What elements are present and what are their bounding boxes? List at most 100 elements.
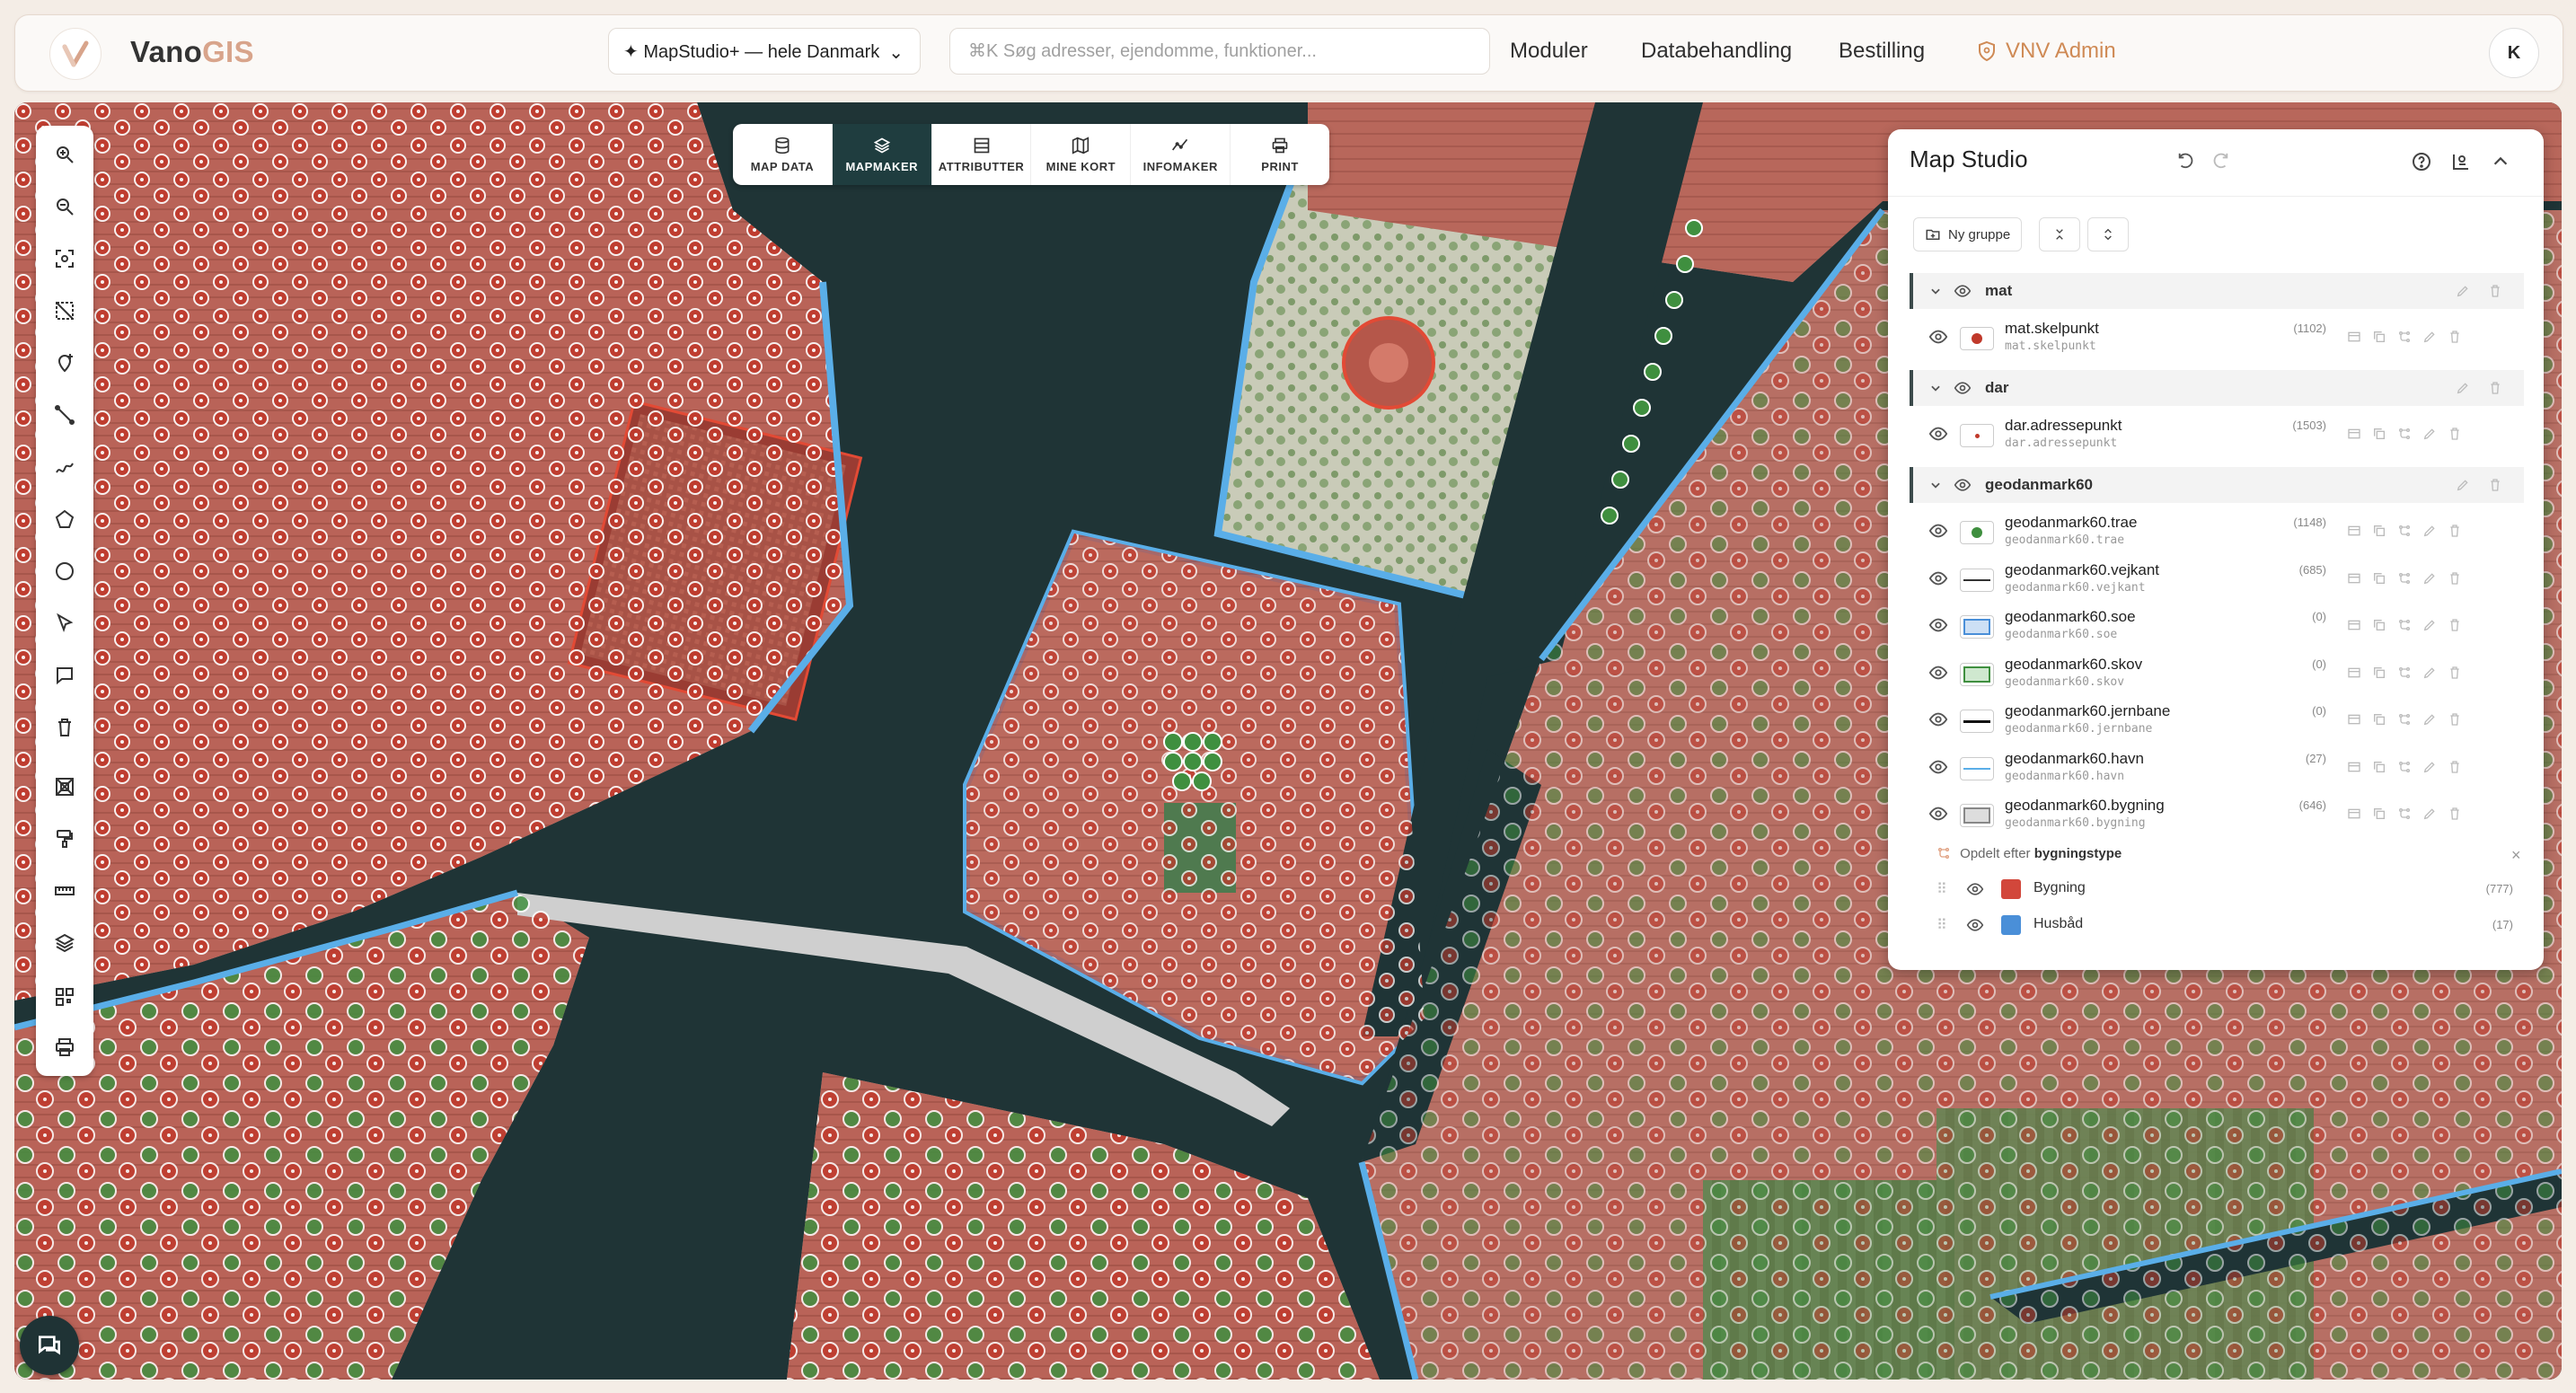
chevron-down-icon[interactable]: [1929, 382, 1942, 394]
measure-icon[interactable]: [47, 873, 83, 909]
layer-row-mat-skelpunkt[interactable]: mat.skelpunkt mat.skelpunkt (1102): [1910, 316, 2524, 361]
edit-icon[interactable]: [2422, 759, 2438, 775]
table-icon[interactable]: [2346, 806, 2362, 822]
copy-icon[interactable]: [2371, 523, 2387, 539]
delete-icon[interactable]: [47, 710, 83, 745]
copy-icon[interactable]: [2371, 759, 2387, 775]
nav-moduler[interactable]: Moduler: [1510, 39, 1588, 64]
trash-icon[interactable]: [2488, 284, 2502, 298]
eye-icon[interactable]: [1928, 521, 1949, 541]
freehand-icon[interactable]: [47, 449, 83, 485]
printer-icon[interactable]: [47, 1029, 83, 1065]
symbol-small-red-dot[interactable]: [1960, 424, 1994, 447]
search-input[interactable]: [966, 40, 1473, 63]
layer-group-dar[interactable]: dar: [1910, 370, 2524, 406]
category-swatch[interactable]: [2001, 915, 2021, 935]
redo-icon[interactable]: [2208, 149, 2233, 174]
table-icon[interactable]: [2346, 665, 2362, 681]
category-swatch[interactable]: [2001, 879, 2021, 899]
symbol-green-fill[interactable]: [1960, 662, 1994, 686]
eye-icon[interactable]: [1928, 757, 1949, 777]
layer-group-geodanmark60[interactable]: geodanmark60: [1910, 467, 2524, 503]
nav-databehandling[interactable]: Databehandling: [1641, 39, 1792, 64]
table-icon[interactable]: [2346, 759, 2362, 775]
edit-icon[interactable]: [2422, 711, 2438, 727]
search-box[interactable]: [949, 28, 1490, 75]
layer-row-geodanmark60-bygning[interactable]: geodanmark60.bygning geodanmark60.bygnin…: [1910, 793, 2524, 838]
zoom-out-icon[interactable]: [47, 189, 83, 225]
eye-icon[interactable]: [1953, 476, 1972, 494]
trash-icon[interactable]: [2447, 523, 2463, 539]
eye-icon[interactable]: [1928, 710, 1949, 729]
layers-icon[interactable]: [47, 925, 83, 961]
edit-icon[interactable]: [2422, 617, 2438, 633]
polygon-icon[interactable]: [47, 501, 83, 537]
help-icon[interactable]: [2409, 149, 2434, 174]
category-row-husbad[interactable]: ⠿ Husbåd (17): [1936, 909, 2520, 941]
layer-row-geodanmark60-trae[interactable]: geodanmark60.trae geodanmark60.trae (114…: [1910, 510, 2524, 555]
edit-icon[interactable]: [2456, 284, 2470, 298]
zoom-extent-icon[interactable]: [47, 241, 83, 277]
qr-icon[interactable]: [47, 979, 83, 1015]
tab-print[interactable]: PRINT: [1231, 124, 1329, 185]
layer-row-geodanmark60-havn[interactable]: geodanmark60.havn geodanmark60.havn (27): [1910, 746, 2524, 791]
eye-icon[interactable]: [1928, 424, 1949, 444]
user-avatar[interactable]: K: [2489, 28, 2539, 78]
brush-icon[interactable]: [47, 821, 83, 857]
vanogis-logo[interactable]: [49, 28, 101, 80]
symbol-grey-fill[interactable]: [1960, 804, 1994, 827]
trash-icon[interactable]: [2447, 426, 2463, 442]
close-icon[interactable]: ×: [2511, 846, 2521, 865]
copy-icon[interactable]: [2371, 665, 2387, 681]
trash-icon[interactable]: [2447, 806, 2463, 822]
select-area-icon[interactable]: [47, 293, 83, 329]
edit-icon[interactable]: [2422, 570, 2438, 586]
comment-icon[interactable]: [47, 657, 83, 693]
eye-icon[interactable]: [1928, 327, 1949, 347]
edit-icon[interactable]: [2456, 381, 2470, 395]
layer-row-geodanmark60-soe[interactable]: geodanmark60.soe geodanmark60.soe (0): [1910, 604, 2524, 649]
trash-icon[interactable]: [2447, 711, 2463, 727]
tab-map-data[interactable]: MAP DATA: [733, 124, 833, 185]
copy-icon[interactable]: [2371, 617, 2387, 633]
copy-icon[interactable]: [2371, 426, 2387, 442]
layer-group-mat[interactable]: mat: [1910, 273, 2524, 309]
tab-infomaker[interactable]: INFOMAKER: [1131, 124, 1231, 185]
copy-icon[interactable]: [2371, 806, 2387, 822]
eye-icon[interactable]: [1953, 282, 1972, 300]
copy-icon[interactable]: [2371, 329, 2387, 345]
eye-icon[interactable]: [1965, 916, 1985, 934]
split-icon[interactable]: [2396, 523, 2413, 539]
circle-icon[interactable]: [47, 553, 83, 589]
edit-icon[interactable]: [2456, 478, 2470, 492]
new-group-button[interactable]: Ny gruppe: [1913, 217, 2023, 251]
split-icon[interactable]: [2396, 617, 2413, 633]
trash-icon[interactable]: [2447, 617, 2463, 633]
dataset-selector[interactable]: ✦ MapStudio+ — hele Danmark ⌄: [608, 28, 921, 75]
edit-icon[interactable]: [2422, 665, 2438, 681]
tab-mapmaker[interactable]: MAPMAKER: [832, 124, 932, 185]
expand-all-button[interactable]: [2087, 217, 2129, 251]
split-icon[interactable]: [2396, 711, 2413, 727]
eye-icon[interactable]: [1965, 880, 1985, 898]
map-settings-icon[interactable]: [2448, 149, 2474, 174]
split-icon[interactable]: [2396, 426, 2413, 442]
symbol-blue-line[interactable]: [1960, 756, 1994, 780]
symbol-red-dot[interactable]: [1960, 327, 1994, 350]
pointer-icon[interactable]: [47, 605, 83, 641]
trash-icon[interactable]: [2488, 381, 2502, 395]
eye-icon[interactable]: [1953, 379, 1972, 397]
collapse-all-button[interactable]: [2039, 217, 2080, 251]
trash-icon[interactable]: [2447, 759, 2463, 775]
layer-row-geodanmark60-skov[interactable]: geodanmark60.skov geodanmark60.skov (0): [1910, 652, 2524, 697]
table-icon[interactable]: [2346, 711, 2362, 727]
draw-line-icon[interactable]: [47, 397, 83, 433]
table-icon[interactable]: [2346, 426, 2362, 442]
trash-icon[interactable]: [2447, 329, 2463, 345]
table-icon[interactable]: [2346, 523, 2362, 539]
split-icon[interactable]: [2396, 570, 2413, 586]
undo-icon[interactable]: [2174, 149, 2199, 174]
tab-attributter[interactable]: ATTRIBUTTER: [932, 124, 1032, 185]
split-icon[interactable]: [2396, 665, 2413, 681]
edit-icon[interactable]: [2422, 329, 2438, 345]
